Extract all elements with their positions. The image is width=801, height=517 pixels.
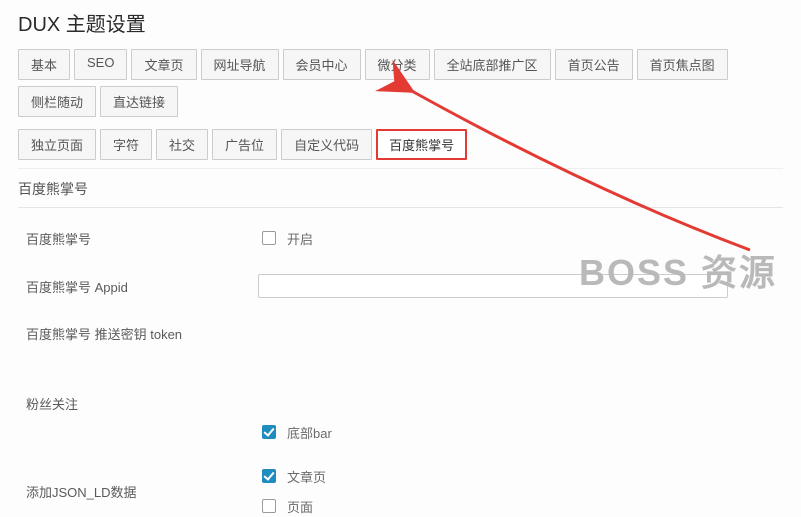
row-jsonld: 添加JSON_LD数据 文章页 页面 bbox=[18, 454, 783, 517]
tab-首页焦点图[interactable]: 首页焦点图 bbox=[637, 49, 728, 80]
label-enable: 百度熊掌号 bbox=[18, 229, 258, 248]
row-enable: 百度熊掌号 开启 bbox=[18, 214, 783, 262]
row-appid: 百度熊掌号 Appid bbox=[18, 262, 783, 310]
tab-独立页面[interactable]: 独立页面 bbox=[18, 129, 96, 160]
tab-基本[interactable]: 基本 bbox=[18, 49, 70, 80]
checkbox-jsonld-page[interactable] bbox=[262, 499, 276, 513]
check-jsonld-post[interactable]: 文章页 bbox=[258, 466, 783, 486]
tab-会员中心[interactable]: 会员中心 bbox=[283, 49, 361, 80]
tab-广告位[interactable]: 广告位 bbox=[212, 129, 277, 160]
section-title: 百度熊掌号 bbox=[18, 169, 783, 208]
check-jsonld-page[interactable]: 页面 bbox=[258, 496, 783, 516]
label-appid: 百度熊掌号 Appid bbox=[18, 277, 258, 296]
tab-文章页[interactable]: 文章页 bbox=[131, 49, 196, 80]
check-fans-label: 底部bar bbox=[287, 423, 332, 442]
label-jsonld: 添加JSON_LD数据 bbox=[18, 482, 258, 501]
tab-首页公告[interactable]: 首页公告 bbox=[555, 49, 633, 80]
label-token: 百度熊掌号 推送密钥 token bbox=[18, 324, 258, 343]
check-enable[interactable]: 开启 bbox=[258, 228, 783, 248]
tab-字符[interactable]: 字符 bbox=[100, 129, 152, 160]
check-enable-label: 开启 bbox=[287, 229, 313, 248]
tab-社交[interactable]: 社交 bbox=[156, 129, 208, 160]
tab-直达链接[interactable]: 直达链接 bbox=[100, 86, 178, 117]
tab-侧栏随动[interactable]: 侧栏随动 bbox=[18, 86, 96, 117]
checkbox-jsonld-post[interactable] bbox=[262, 469, 276, 483]
input-appid[interactable] bbox=[258, 274, 728, 298]
tab-百度熊掌号[interactable]: 百度熊掌号 bbox=[376, 129, 467, 160]
row-token: 百度熊掌号 推送密钥 token bbox=[18, 310, 783, 380]
row-fans: 粉丝关注 底部bar bbox=[18, 380, 783, 454]
tab-网址导航[interactable]: 网址导航 bbox=[201, 49, 279, 80]
tab-自定义代码[interactable]: 自定义代码 bbox=[281, 129, 372, 160]
check-fans[interactable]: 底部bar bbox=[258, 422, 783, 442]
tab-微分类[interactable]: 微分类 bbox=[365, 49, 430, 80]
tabs-bar: 基本SEO文章页网址导航会员中心微分类全站底部推广区首页公告首页焦点图侧栏随动直… bbox=[18, 49, 783, 160]
tab-SEO[interactable]: SEO bbox=[74, 49, 127, 80]
page-title: DUX 主题设置 bbox=[18, 8, 783, 37]
check-jsonld-page-label: 页面 bbox=[287, 497, 313, 516]
checkbox-fans[interactable] bbox=[262, 425, 276, 439]
check-jsonld-post-label: 文章页 bbox=[287, 467, 326, 486]
tab-全站底部推广区[interactable]: 全站底部推广区 bbox=[434, 49, 551, 80]
label-fans: 粉丝关注 bbox=[18, 394, 258, 413]
checkbox-enable[interactable] bbox=[262, 231, 276, 245]
